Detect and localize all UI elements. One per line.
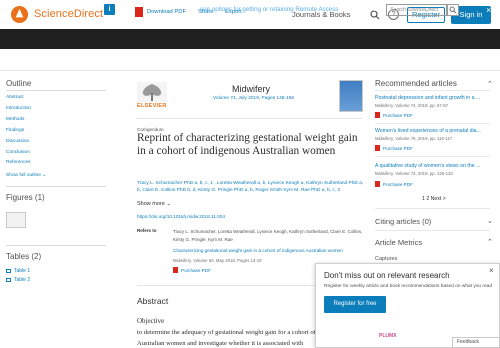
chevron-up-icon[interactable]: ⌃ xyxy=(487,80,493,88)
close-icon[interactable]: × xyxy=(489,266,494,275)
divider xyxy=(375,230,490,231)
table-link-1[interactable]: Table 1 xyxy=(6,268,30,274)
outline-heading: Outline xyxy=(6,79,32,88)
table-icon xyxy=(6,277,11,282)
recommended-article-title[interactable]: A qualitative study of women's views on … xyxy=(375,163,490,169)
brand-name[interactable]: ScienceDirect xyxy=(34,8,103,20)
journal-title[interactable]: Midwifery xyxy=(232,84,292,94)
refers-to-label: Refers to xyxy=(137,228,157,233)
recommended-article-meta: Midwifery, Volume 74, 2019, pp. 57-67 xyxy=(375,103,449,108)
publisher-name: ELSEVIER xyxy=(137,103,167,109)
doi-link[interactable]: https://doi.org/10.1016/j.midw.2018.11.0… xyxy=(137,214,225,219)
pdf-icon[interactable] xyxy=(135,7,143,17)
export-button[interactable]: Export xyxy=(225,9,242,15)
recommended-article-title[interactable]: Postnatal depression and infant growth i… xyxy=(375,95,490,101)
feedback-button[interactable]: Feedback xyxy=(452,337,500,348)
pagination[interactable]: 1 2 Next > xyxy=(422,196,446,202)
author-list[interactable]: Tracy L. Schumacher PhD a, b, c, 1 , Lor… xyxy=(137,180,367,194)
info-icon: i xyxy=(104,4,115,15)
outline-item-discussion[interactable]: Discussion xyxy=(6,139,29,144)
article-title: Reprint of characterizing gestational we… xyxy=(137,132,358,157)
plumx-logo[interactable]: PLUMX xyxy=(379,333,397,339)
table-link-2[interactable]: Table 2 xyxy=(6,277,30,283)
download-pdf-button[interactable]: Download PDF xyxy=(147,9,186,15)
objective-heading: Objective xyxy=(137,317,165,325)
recommended-article-title[interactable]: Women's lived experiences of a prenatal … xyxy=(375,128,490,134)
tables-heading: Tables (2) xyxy=(6,252,42,261)
divider xyxy=(137,118,362,119)
covid-banner xyxy=(0,29,500,49)
article-metrics-heading[interactable]: Article Metrics xyxy=(375,238,422,247)
captures-label: Captures xyxy=(375,256,398,262)
recommended-article-meta: Midwifery, Volume 74, 2019, pp. 126-133 xyxy=(375,171,453,176)
figure-thumbnail[interactable] xyxy=(6,212,26,228)
outline-item-references[interactable]: References xyxy=(6,160,31,165)
divider xyxy=(6,186,106,187)
article-toolbar xyxy=(0,49,500,71)
register-for-free-button[interactable]: Register for free xyxy=(324,296,386,313)
outline-item-abstract[interactable]: Abstract xyxy=(6,95,24,100)
divider xyxy=(6,90,106,91)
divider xyxy=(375,156,490,157)
show-more-button[interactable]: Show more ⌄ xyxy=(137,201,171,207)
chevron-up-icon[interactable]: ⌃ xyxy=(487,238,493,246)
pdf-icon[interactable] xyxy=(375,112,380,118)
pdf-icon[interactable] xyxy=(375,181,380,187)
table-label: Table 2 xyxy=(14,277,31,283)
purchase-pdf-link[interactable]: Purchase PDF xyxy=(383,182,413,187)
elsevier-tree-logo-icon[interactable] xyxy=(10,5,29,24)
table-icon xyxy=(6,268,11,273)
chevron-down-icon[interactable]: ⌄ xyxy=(487,217,493,225)
search-submit-icon[interactable] xyxy=(447,4,459,16)
purchase-pdf-link[interactable]: Purchase PDF xyxy=(181,268,211,273)
referred-authors: Tracy L. Schumacher, Loretta Weatherall,… xyxy=(173,229,363,242)
volume-info[interactable]: Volume 74, July 2019, Pages 148-156 xyxy=(213,96,294,101)
table-label: Table 1 xyxy=(14,268,31,274)
popup-title: Don't miss out on relevant research xyxy=(324,271,450,280)
share-button[interactable]: Share xyxy=(198,9,213,15)
referred-article-link[interactable]: Characterizing gestational weight gain i… xyxy=(173,248,363,253)
outline-item-conclusion[interactable]: Conclusion xyxy=(6,150,30,155)
recommended-heading[interactable]: Recommended articles xyxy=(375,79,457,88)
search-input[interactable]: Search ScienceDirect xyxy=(386,4,447,16)
divider xyxy=(375,90,490,91)
referred-volume: Midwifery, Volume 60, May 2018, Pages 13… xyxy=(173,258,262,263)
purchase-pdf-link[interactable]: Purchase PDF xyxy=(383,146,413,151)
outline-item-findings[interactable]: Findings xyxy=(6,128,24,133)
purchase-pdf-link[interactable]: Purchase PDF xyxy=(383,113,413,118)
divider xyxy=(375,208,490,209)
outline-item-introduction[interactable]: Introduction xyxy=(6,106,31,111)
volume-link[interactable]: Volume 74, July 2019, Pages 148-156 xyxy=(213,96,294,101)
citing-articles-heading[interactable]: Citing articles (0) xyxy=(375,217,431,226)
abstract-heading: Abstract xyxy=(137,296,169,306)
advanced-search-link[interactable]: Advanced xyxy=(464,7,487,13)
recommended-article-meta: Midwifery, Volume 76, 2019, pp. 110-117 xyxy=(375,136,453,141)
figures-heading: Figures (1) xyxy=(6,193,45,202)
pdf-icon[interactable] xyxy=(375,145,380,151)
divider xyxy=(6,245,106,246)
pdf-icon[interactable] xyxy=(173,267,178,273)
journal-cover-image[interactable] xyxy=(339,80,363,112)
popup-text: Register for weekly article and book rec… xyxy=(324,284,492,289)
outline-item-methods[interactable]: Methods xyxy=(6,117,24,122)
remote-access-link[interactable]: see options for getting or retaining Rem… xyxy=(200,6,338,13)
show-full-outline-link[interactable]: Show full outline ⌄ xyxy=(6,173,46,178)
divider xyxy=(375,123,490,124)
